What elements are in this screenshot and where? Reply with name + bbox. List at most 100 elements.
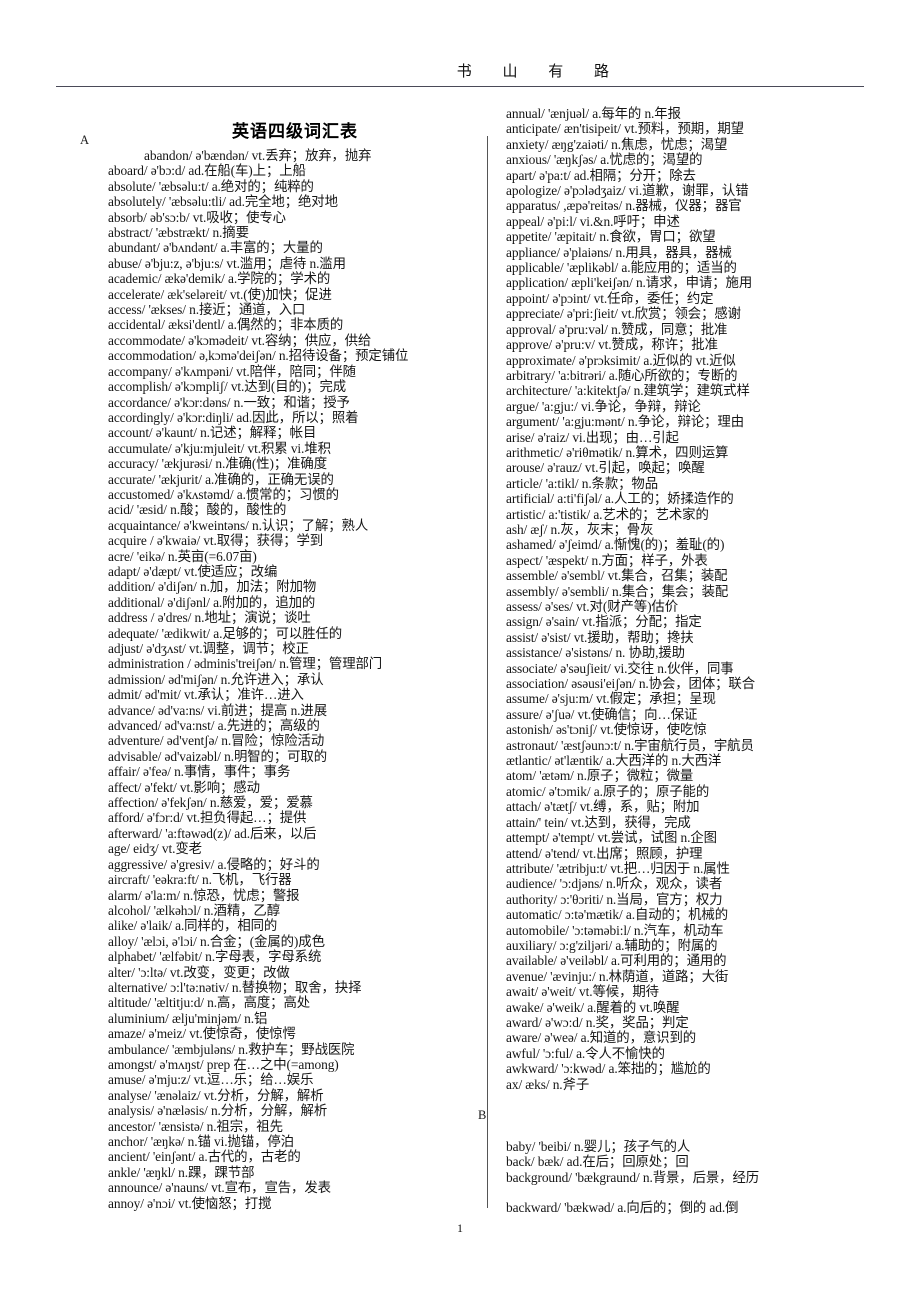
column-divider [487,136,488,1208]
vocabulary-entry: apologize/ ə'pɔlədʒaiz/ vi.道歉，谢罪，认错 [506,183,749,199]
vocabulary-entry: admission/ əd'miʃən/ n.允许进入；承认 [108,671,324,687]
vocabulary-entry: awake/ ə'weik/ a.醒着的 vt.唤醒 [506,999,680,1015]
vocabulary-entry: ash/ æʃ/ n.灰，灰末；骨灰 [506,521,654,537]
vocabulary-entry: accumulate/ ə'kju:mjuleit/ vt.积累 vi.堆积 [108,440,331,456]
vocabulary-entry: announce/ ə'nauns/ vt.宣布，宣告，发表 [108,1180,331,1196]
vocabulary-entry: assure/ ə'ʃuə/ vt.使确信；向…保证 [506,706,698,722]
vocabulary-entry: arise/ ə'raiz/ vi.出现；由…引起 [506,429,679,445]
vocabulary-entry: ancestor/ 'ænsistə/ n.祖宗，祖先 [108,1118,283,1134]
vocabulary-entry: approval/ ə'pru:vəl/ n.赞成，同意；批准 [506,321,728,337]
vocabulary-entry: addition/ ə'diʃən/ n.加，加法；附加物 [108,579,317,595]
vocabulary-entry: aboard/ ə'bɔ:d/ ad.在船(车)上；上船 [108,163,306,179]
running-header: 书 山 有 路 [456,62,622,80]
vocabulary-entry: aspect/ 'æspekt/ n.方面；样子，外表 [506,552,708,568]
vocabulary-entry: ashamed/ ə'ʃeimd/ a.惭愧(的)；羞耻(的) [506,537,725,553]
vocabulary-entry: atomic/ ə'tɔmik/ a.原子的；原子能的 [506,783,710,799]
vocabulary-entry: acid/ 'æsid/ n.酸；酸的，酸性的 [108,502,287,518]
vocabulary-entry: administration / ədminis'treiʃən/ n.管理；管… [108,656,383,672]
vocabulary-entry: anxious/ 'æŋkʃəs/ a.忧虑的；渴望的 [506,152,703,168]
left-entry-list: abandon/ ə'bændən/ vt.丢弃；放弃，抛弃 aboard/ ə'… [108,148,486,1211]
vocabulary-entry: advance/ əd'va:ns/ vi.前进；提高 n.进展 [108,702,328,718]
vocabulary-entry: assume/ ə'sju:m/ vt.假定；承担；呈现 [506,691,716,707]
vocabulary-entry: assembly/ ə'sembli/ n.集合；集会；装配 [506,583,729,599]
vocabulary-entry: attend/ ə'tend/ vt.出席；照顾，护理 [506,845,703,861]
vocabulary-entry: aggressive/ ə'gresiv/ a.侵略的；好斗的 [108,856,320,872]
left-column: A abandon/ ə'bændən/ vt.丢弃；放弃，抛弃 aboard/ … [80,100,486,1211]
vocabulary-entry: accelerate/ æk'seləreit/ vt.(使)加快；促进 [108,286,332,302]
vocabulary-entry: assistance/ ə'sistəns/ n. 协助,援助 [506,645,685,661]
vocabulary-entry: ancient/ 'einʃənt/ a.古代的，古老的 [108,1149,301,1165]
vocabulary-entry: afford/ ə'fɔr:d/ vt.担负得起…；提供 [108,810,307,826]
right-entry-list-b-tail: backward/ 'bækwəd/ a.向后的；倒的 ad.倒 [506,1200,886,1215]
vocabulary-entry: accordance/ ə'kɔr:dəns/ n.一致；和谐；授予 [108,394,350,410]
vocabulary-entry: assemble/ ə'sembl/ vt.集合，召集；装配 [506,568,728,584]
vocabulary-entry: accidental/ æksi'dentl/ a.偶然的；非本质的 [108,317,344,333]
vocabulary-entry: advisable/ əd'vaizəbl/ n.明智的；可取的 [108,748,327,764]
vocabulary-entry: accordingly/ ə'kɔr:diŋli/ ad.因此，所以；照着 [108,409,359,425]
vocabulary-entry: accurate/ 'ækjurit/ a.准确的，正确无误的 [108,471,334,487]
vocabulary-entry: age/ eidʒ/ vt.变老 [108,841,202,857]
vocabulary-entry: appeal/ ə'pi:l/ vi.&n.呼吁；申述 [506,213,680,229]
vocabulary-entry: association/ əsəusi'eiʃən/ n.协会，团体；联合 [506,676,756,692]
section-letter-b: B [478,1108,487,1123]
vocabulary-entry: affect/ ə'fekt/ vt.影响；感动 [108,779,260,795]
vocabulary-entry: approximate/ ə'prɔksimit/ a.近似的 vt.近似 [506,352,736,368]
vocabulary-entry: accustomed/ ə'kʌstəmd/ a.惯常的；习惯的 [108,486,339,502]
vocabulary-entry: abuse/ ə'bju:z, ə'bju:s/ vt.滥用；虐待 n.滥用 [108,255,346,271]
vocabulary-entry: ankle/ 'æŋkl/ n.踝，踝节部 [108,1164,255,1180]
vocabulary-entry: artistic/ a:'tistik/ a.艺术的；艺术家的 [506,506,709,522]
vocabulary-entry: anchor/ 'æŋkə/ n.锚 vi.抛锚，停泊 [108,1134,294,1149]
vocabulary-entry: acquire / ə'kwaiə/ vt.取得；获得；学到 [108,533,324,549]
vocabulary-entry: assign/ ə'sain/ vt.指派；分配；指定 [506,614,702,630]
vocabulary-entry: adventure/ əd'ventʃə/ n.冒险；惊险活动 [108,733,325,749]
vocabulary-entry: backward/ 'bækwəd/ a.向后的；倒的 ad.倒 [506,1200,739,1216]
vocabulary-entry: accommodation/ ə,kɔmə'deiʃən/ n.招待设备；预定铺… [108,348,409,364]
vocabulary-entry: academic/ ækə'demik/ a.学院的；学术的 [108,271,331,287]
vocabulary-entry: advanced/ əd'va:nst/ a.先进的；高级的 [108,718,320,734]
header-rule [56,86,864,87]
vocabulary-entry: argument/ 'a:gju:mənt/ n.争论，辩论；理由 [506,414,745,430]
vocabulary-entry: accompany/ ə'kʌmpəni/ vt.陪伴，陪同；伴随 [108,363,356,379]
vocabulary-entry: acquaintance/ ə'kweintəns/ n.认识；了解；熟人 [108,517,369,533]
vocabulary-entry: absorb/ əb'sɔ:b/ vt.吸收；使专心 [108,209,286,225]
right-entry-list-b: baby/ 'beibi/ n.婴儿；孩子气的人 back/ bæk/ ad.在后… [506,1139,886,1185]
section-gap-3 [506,1185,886,1200]
vocabulary-entry: abstract/ 'æbstrækt/ n.摘要 [108,225,249,241]
vocabulary-entry: address / ə'dres/ n.地址；演说；谈吐 [108,610,311,626]
vocabulary-entry: amuse/ ə'mju:z/ vt.逗…乐；给…娱乐 [108,1072,314,1088]
vocabulary-entry: absolute/ 'æbsəlu:t/ a.绝对的；纯粹的 [108,178,314,194]
vocabulary-entry: accuracy/ 'ækjurəsi/ n.准确(性)；准确度 [108,456,327,472]
vocabulary-entry: anxiety/ æŋg'zaiəti/ n.焦虑，忧虑；渴望 [506,136,728,152]
vocabulary-entry: artificial/ a:ti'fiʃəl/ a.人工的；娇揉造作的 [506,491,734,507]
vocabulary-entry: attempt/ ə'tempt/ vt.尝试，试图 n.企图 [506,830,717,846]
vocabulary-entry: alcohol/ 'ælkəhɔl/ n.酒精，乙醇 [108,902,281,918]
vocabulary-entry: adjust/ ə'dʒʌst/ vt.调整，调节；校正 [108,641,309,656]
right-column: annual/ 'ænjuəl/ a.每年的 n.年报 anticipate/ æ… [478,100,886,1216]
vocabulary-entry: analysis/ ə'næləsis/ n.分析，分解，解析 [108,1103,328,1119]
vocabulary-entry: accomplish/ ə'kɔmpliʃ/ vt.达到(目的)；完成 [108,379,347,395]
vocabulary-entry: article/ 'a:tikl/ n.条款；物品 [506,475,659,491]
vocabulary-entry: ambulance/ 'æmbjuləns/ n.救护车；野战医院 [108,1041,355,1057]
vocabulary-entry: authority/ ɔ:'θɔriti/ n.当局，官方；权力 [506,891,723,907]
vocabulary-entry: absolutely/ 'æbsəlu:tli/ ad.完全地；绝对地 [108,194,338,210]
vocabulary-entry: abandon/ ə'bændən/ vt.丢弃；放弃，抛弃 [144,148,372,163]
vocabulary-entry: alike/ ə'laik/ a.同样的，相同的 [108,918,278,934]
vocabulary-entry: apart/ ə'pa:t/ ad.相隔；分开；除去 [506,167,696,183]
vocabulary-entry: approve/ ə'pru:v/ vt.赞成，称许；批准 [506,337,718,353]
vocabulary-entry: appetite/ 'æpitait/ n.食欲，胃口；欲望 [506,229,716,245]
vocabulary-entry: annual/ 'ænjuəl/ a.每年的 n.年报 [506,106,681,121]
vocabulary-entry: ætlantic/ ət'læntik/ a.大西洋的 n.大西洋 [506,753,722,769]
vocabulary-entry: additional/ ə'diʃənl/ a.附加的，追加的 [108,594,316,610]
vocabulary-entry: alter/ 'ɔ:ltə/ vt.改变，变更；改做 [108,964,290,980]
vocabulary-entry: afterward/ 'a:ftəwəd(z)/ ad.后来，以后 [108,825,317,841]
section-letter-a: A [80,133,90,147]
vocabulary-entry: automatic/ ɔ:tə'mætik/ a.自动的；机械的 [506,907,728,923]
vocabulary-entry: analyse/ 'ænəlaiz/ vt.分析，分解，解析 [108,1087,324,1103]
right-entry-list: annual/ 'ænjuəl/ a.每年的 n.年报 anticipate/ æ… [506,106,886,1092]
vocabulary-entry: applicable/ 'æplikəbl/ a.能应用的；适当的 [506,260,737,276]
vocabulary-entry: awful/ 'ɔ:ful/ a.令人不愉快的 [506,1045,665,1061]
vocabulary-entry: back/ bæk/ ad.在后；回原处；回 [506,1154,689,1170]
vocabulary-entry: assist/ ə'sist/ vt.援助，帮助；搀扶 [506,629,694,645]
vocabulary-entry: alternative/ ɔ:l'tə:nətiv/ n.替换物；取舍，抉择 [108,979,362,995]
